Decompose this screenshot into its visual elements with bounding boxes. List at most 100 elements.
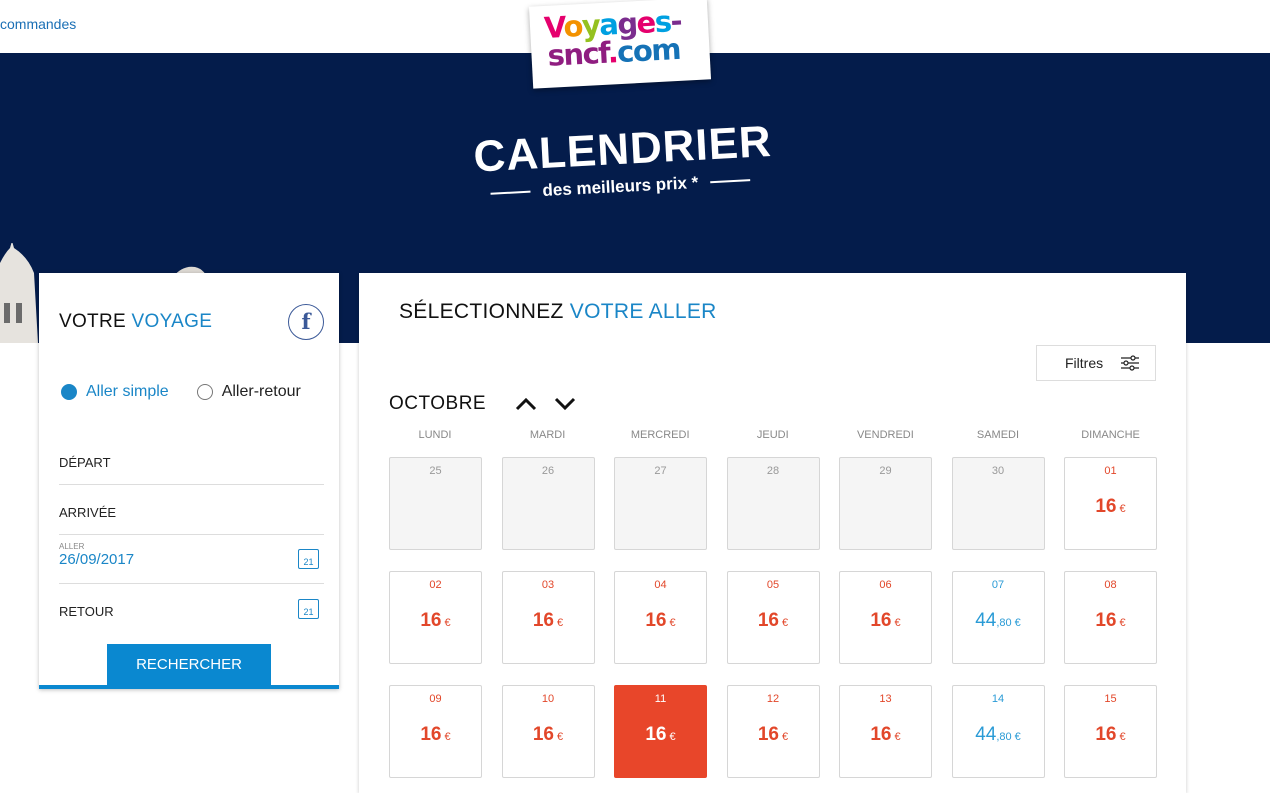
day-number: 05 [766, 579, 780, 591]
chevron-up-icon[interactable] [513, 393, 539, 415]
orders-link[interactable]: commandes [0, 16, 76, 32]
search-button[interactable]: RECHERCHER [107, 644, 271, 686]
day-price: 16 € [615, 610, 706, 632]
calendar-icon[interactable]: 21 [298, 599, 319, 619]
trip-form-panel: VOTRE VOYAGE f Aller simple Aller-retour… [39, 273, 339, 689]
calendar-day[interactable]: 05 16 € [726, 571, 820, 664]
calendar-grid: 25 26 27 28 29 30 01 16 €02 16 €03 16 €04 16 €05 16 €06 1… [389, 457, 1157, 778]
calendar-icon[interactable]: 21 [298, 549, 319, 569]
price-value: 16 [1095, 496, 1117, 517]
price-value: 16 [757, 610, 779, 631]
price-cents: ,80 [996, 731, 1012, 743]
sliders-icon [1121, 355, 1140, 371]
radio-label: Aller simple [86, 383, 169, 400]
day-price: 16 € [1065, 496, 1156, 518]
weekday-label: DIMANCHE [1081, 429, 1140, 441]
calendar-day[interactable]: 14 44,80 € [951, 685, 1045, 778]
price-value: 16 [420, 724, 442, 745]
weekday-label: LUNDI [418, 429, 452, 441]
day-price: 16 € [390, 610, 481, 632]
calendar-day[interactable]: 09 16 € [389, 685, 482, 778]
depart-label: DÉPART [59, 455, 111, 470]
depart-field[interactable]: DÉPART [59, 436, 324, 485]
currency-symbol: € [894, 731, 901, 743]
calendar-day-empty: 28 [726, 457, 820, 550]
calendar-panel: SÉLECTIONNEZ VOTRE ALLER Filtres OCTOBRE… [359, 273, 1186, 793]
day-price: 16 € [840, 724, 931, 746]
price-value: 16 [420, 610, 442, 631]
day-number: 02 [429, 579, 442, 591]
logo-com: com [616, 31, 681, 70]
calendar-day[interactable]: 02 16 € [389, 571, 482, 664]
hero-title: CALENDRIER des meilleurs prix * [472, 117, 773, 204]
day-number: 12 [766, 693, 780, 705]
month-label: OCTOBRE [389, 393, 487, 414]
day-price: 16 € [1065, 610, 1156, 632]
calendar-day[interactable]: 03 16 € [501, 571, 595, 664]
weekday-header: LUNDI MARDI MERCREDI JEUDI VENDREDI SAMEDI DIM… [389, 429, 1157, 441]
dash-right [710, 179, 751, 184]
arrivee-field[interactable]: ARRIVÉE [59, 486, 324, 535]
day-price: 16 € [503, 610, 594, 632]
currency-symbol: € [782, 617, 789, 629]
day-price: 44,80 € [953, 724, 1044, 746]
day-number: 01 [1104, 465, 1117, 477]
day-price: 16 € [390, 724, 481, 746]
currency-symbol: € [1014, 731, 1021, 743]
calendar-day[interactable]: 15 16 € [1064, 685, 1157, 778]
calendar-day[interactable]: 06 16 € [839, 571, 932, 664]
radio-label: Aller-retour [221, 383, 301, 400]
calendar-day[interactable]: 10 16 € [501, 685, 595, 778]
retour-date-field[interactable]: RETOUR 21 [59, 585, 324, 634]
calendar-day[interactable]: 04 16 € [614, 571, 707, 664]
calendar-day-empty: 27 [614, 457, 707, 550]
calendar-day[interactable]: 11 16 € [614, 685, 707, 778]
calendar-day[interactable]: 13 16 € [839, 685, 932, 778]
voyages-sncf-logo[interactable]: Voyages- sncf.com [528, 0, 712, 89]
title-part-blue: VOYAGE [131, 311, 213, 332]
day-number: 29 [879, 465, 892, 477]
calendar-day[interactable]: 12 16 € [726, 685, 820, 778]
title-part-black: VOTRE [59, 311, 126, 332]
aller-date-field[interactable]: ALLER 26/09/2017 21 [59, 535, 324, 584]
currency-symbol: € [557, 617, 564, 629]
currency-symbol: € [894, 617, 901, 629]
dash-left [490, 190, 531, 195]
day-number: 13 [879, 693, 892, 705]
aller-date-value: 26/09/2017 [59, 551, 135, 568]
day-price: 16 € [840, 610, 931, 632]
calendar-day[interactable]: 08 16 € [1064, 571, 1157, 664]
day-number: 26 [541, 465, 555, 477]
price-value: 44 [975, 610, 997, 631]
currency-symbol: € [669, 731, 676, 743]
calendar-day[interactable]: 01 16 € [1064, 457, 1157, 550]
currency-symbol: € [557, 731, 564, 743]
calendar-day-empty: 26 [501, 457, 595, 550]
calendar-day[interactable]: 07 44,80 € [951, 571, 1045, 664]
trip-type-radios: Aller simple Aller-retour [61, 383, 301, 401]
calendar-day-empty: 29 [839, 457, 932, 550]
calendar-day-empty: 25 [389, 457, 482, 550]
day-price: 16 € [503, 724, 594, 746]
title-part-black: SÉLECTIONNEZ [399, 300, 564, 323]
facebook-icon[interactable]: f [288, 304, 324, 340]
currency-symbol: € [782, 731, 789, 743]
logo-line-2: sncf.com [547, 31, 700, 73]
radio-aller-simple[interactable]: Aller simple [61, 383, 169, 401]
price-value: 16 [645, 610, 667, 631]
radio-dot-selected [61, 384, 77, 400]
filters-button[interactable]: Filtres [1036, 345, 1156, 381]
calendar-title: SÉLECTIONNEZ VOTRE ALLER [399, 300, 717, 324]
price-value: 16 [1095, 610, 1117, 631]
currency-symbol: € [1119, 731, 1126, 743]
currency-symbol: € [1119, 617, 1126, 629]
price-value: 16 [1095, 724, 1117, 745]
chevron-down-icon[interactable] [552, 393, 578, 415]
day-price: 44,80 € [953, 610, 1044, 632]
weekday-label: MERCREDI [630, 429, 690, 441]
day-number: 03 [541, 579, 555, 591]
day-number: 15 [1104, 693, 1117, 705]
radio-aller-retour[interactable]: Aller-retour [196, 383, 301, 401]
filters-label: Filtres [1065, 355, 1104, 371]
day-number: 11 [654, 693, 667, 705]
